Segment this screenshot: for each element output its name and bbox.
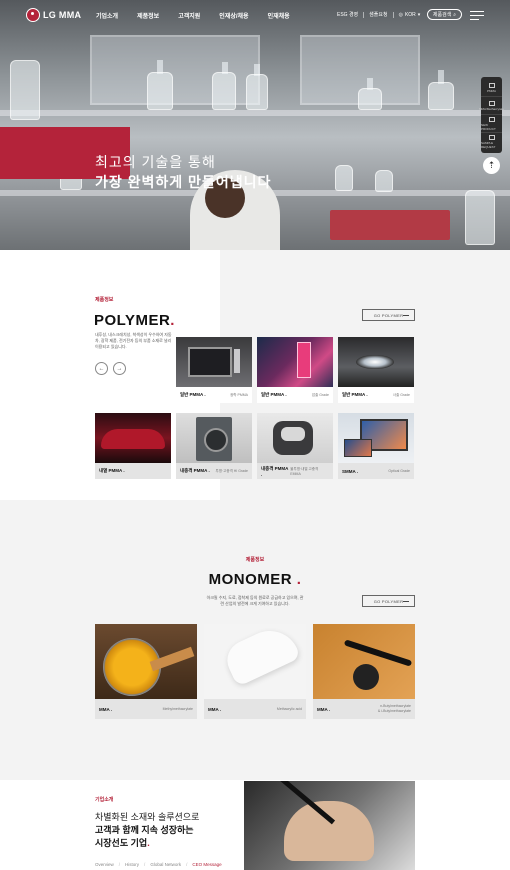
about-title: 차별화된 소재와 솔루션으로 고객과 함께 지속 성장하는 시장선도 기업.: [95, 812, 200, 848]
chevron-down-icon: ▾: [417, 11, 421, 18]
flask-image: [246, 74, 268, 110]
scroll-top-icon[interactable]: ⇡: [483, 157, 500, 174]
utility-links: ESG 경영 샘플요청 ◎ KOR ▾: [337, 11, 420, 18]
flask-image: [375, 170, 393, 192]
polymer-eyebrow: 제품정보: [95, 297, 114, 303]
tab-ceo-message[interactable]: CEO Message: [192, 862, 221, 867]
go-monomer-button[interactable]: GO POLYMER: [362, 595, 415, 607]
product-card[interactable]: 내충격 PMMA . 투명·고충격 HI Grade: [176, 413, 252, 479]
tab-overview[interactable]: Overview: [95, 862, 114, 867]
tab-global-network[interactable]: Global Network: [150, 862, 181, 867]
quick-item-new-product[interactable]: NEW PRODUCT: [481, 115, 502, 133]
prev-arrow-icon[interactable]: ←: [95, 362, 108, 375]
headlamp-product-image: [338, 337, 414, 387]
nav-item-company[interactable]: 기업소개: [96, 11, 118, 20]
search-label: 제품검색: [432, 12, 452, 18]
pen-product-image: [313, 624, 415, 699]
document-icon: [488, 82, 495, 88]
paint-product-image: [95, 624, 197, 699]
page: 최고의 기술을 통해 가장 완벽하게 만들어냅니다 LG MMA 기업소개 제품…: [0, 0, 510, 870]
washer-product-image: [176, 413, 252, 463]
product-card[interactable]: 일반 PMMA . 광학 PMMA: [176, 337, 252, 403]
quick-item-pmma[interactable]: PMMA: [481, 79, 502, 97]
util-esg-link[interactable]: ESG 경영: [337, 11, 358, 18]
document-icon: [488, 100, 495, 106]
glove-product-image: [204, 624, 306, 699]
nav-item-products[interactable]: 제품정보: [137, 11, 159, 20]
tab-history[interactable]: History: [125, 862, 139, 867]
box-icon: [488, 116, 495, 122]
util-sample-link[interactable]: 샘플요청: [369, 11, 387, 18]
flask-icon: [488, 135, 495, 140]
quick-item-mma[interactable]: MMA/Methacrylate: [479, 97, 504, 115]
monomer-card[interactable]: MMA . n-Butylmethacrylate & i-Butylmethacr…: [313, 624, 415, 719]
monomer-card[interactable]: MMA . Methacrylic acid: [204, 624, 306, 719]
about-eyebrow: 기업소개: [95, 797, 114, 803]
product-card[interactable]: 내충격 PMMA . 불투명·내열 고충격 EMMA: [257, 413, 333, 479]
hero-title-line2: 가장 완벽하게 만들어냅니다: [95, 174, 272, 190]
flask-image: [358, 88, 382, 110]
nav-item-support[interactable]: 고객지원: [178, 11, 200, 20]
hamburger-menu-icon[interactable]: [470, 11, 484, 23]
polymer-slider-controls: ← →: [95, 362, 126, 375]
flask-image: [428, 82, 454, 110]
polymer-description: 내후성, 내스크래치성, 착색성이 우수하여 자동차, 광학 제품, 전기전자 …: [95, 332, 172, 349]
about-tabs: Overview / History / Global Network / CEO M…: [95, 862, 222, 867]
product-search-button[interactable]: 제품검색 ⌕: [427, 9, 462, 20]
flask-image: [465, 190, 495, 245]
language-select[interactable]: KOR: [405, 12, 416, 18]
logo[interactable]: LG MMA: [26, 8, 81, 22]
next-arrow-icon[interactable]: →: [113, 362, 126, 375]
logo-text: LG MMA: [43, 10, 82, 20]
monomer-title: MONOMER .: [208, 571, 302, 588]
product-card[interactable]: 내열 PMMA .: [95, 413, 171, 479]
quick-menu: PMMA MMA/Methacrylate NEW PRODUCT SAMPLE…: [479, 77, 504, 153]
nav-item-recruit[interactable]: 인재채용: [268, 11, 290, 20]
flask-image: [147, 72, 173, 110]
flask-image: [10, 60, 40, 120]
polymer-title: POLYMER.: [94, 312, 175, 329]
tv-product-image: [176, 337, 252, 387]
monomer-card[interactable]: MMA . Methylmethacrylate: [95, 624, 197, 719]
monitor-product-image: [338, 413, 414, 463]
device-product-image: [257, 413, 333, 463]
handshake-image: [244, 781, 415, 870]
flask-image: [212, 72, 236, 110]
nav-item-talent[interactable]: 인재상/채용: [219, 11, 248, 20]
product-card[interactable]: 일반 PMMA . 사출 Grade: [338, 337, 414, 403]
car-product-image: [95, 413, 171, 463]
site-header: LG MMA 기업소개 제품정보 고객지원 인재상/채용 인재채용 ESG 경영…: [0, 0, 510, 30]
monomer-description: 아크릴 수지, 도료, 접착제 등의 원료로 공급하고 있으며, 관련 산업의 …: [206, 595, 304, 606]
main-nav: 기업소개 제품정보 고객지원 인재상/채용 인재채용: [96, 11, 309, 20]
globe-icon: ◎: [398, 11, 403, 18]
hero-title-line1: 최고의 기술을 통해: [95, 154, 216, 170]
product-card[interactable]: SMMA . Optical Grade: [338, 413, 414, 479]
product-card[interactable]: 일반 PMMA . 압출 Grade: [257, 337, 333, 403]
lg-logo-icon: [26, 8, 40, 22]
search-icon: ⌕: [453, 11, 457, 18]
signage-product-image: [257, 337, 333, 387]
hero-shelf: [0, 110, 510, 116]
monomer-eyebrow: 제품정보: [245, 557, 265, 563]
quick-item-sample[interactable]: SAMPLE REQUEST: [481, 133, 502, 151]
flask-image: [335, 165, 353, 191]
hero-tray: [330, 210, 450, 240]
go-polymer-button[interactable]: GO POLYMER: [362, 309, 415, 321]
hero-banner: 최고의 기술을 통해 가장 완벽하게 만들어냅니다: [0, 0, 510, 250]
